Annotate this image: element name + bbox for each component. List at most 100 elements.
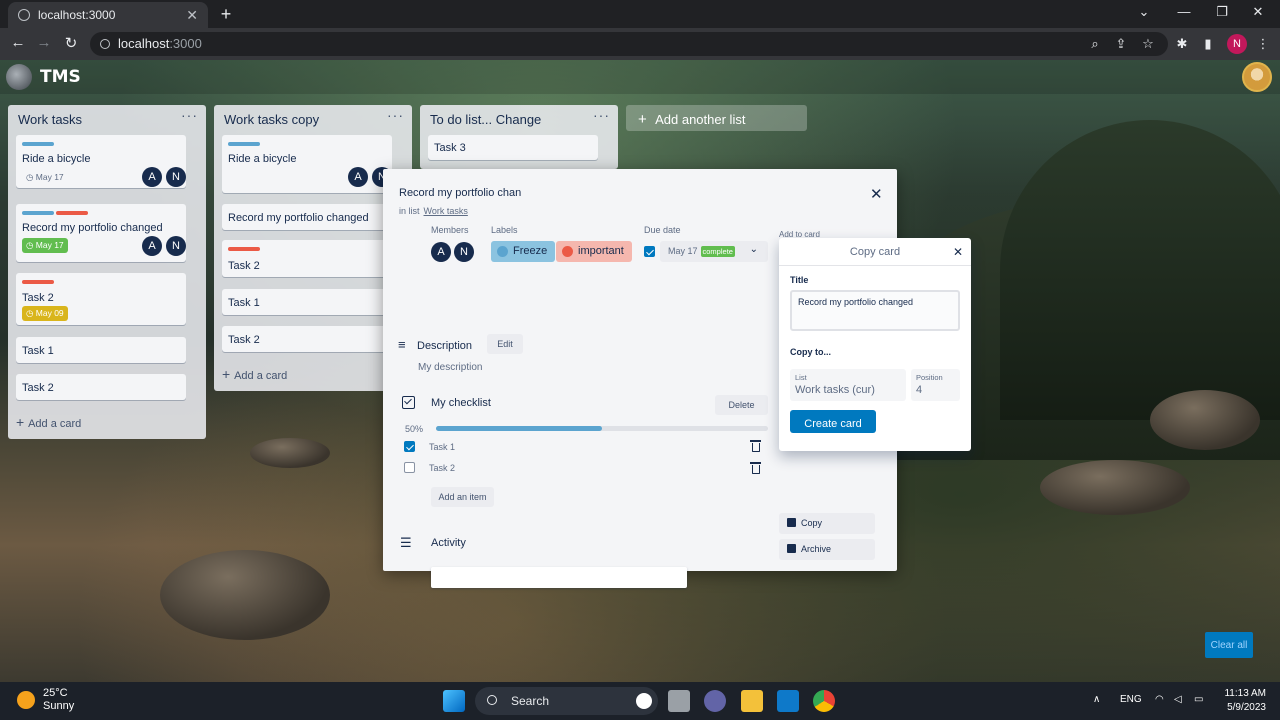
card-label — [22, 280, 54, 284]
card[interactable]: Task 1 — [222, 289, 392, 315]
checklist-item-label[interactable]: Task 1 — [429, 442, 455, 452]
battery-icon[interactable]: ▭ — [1194, 694, 1203, 705]
copy-to-label: Copy to... — [790, 347, 831, 357]
add-item-button[interactable]: Add an item — [431, 487, 494, 507]
card[interactable]: Task 3 — [428, 135, 598, 160]
reload-button[interactable]: ↻ — [61, 34, 81, 52]
checklist-progress-fill — [436, 426, 602, 431]
copy-title-input[interactable]: Record my portfolio changed — [790, 290, 960, 331]
add-card-button[interactable]: + Add a card — [16, 414, 81, 430]
close-icon[interactable]: ✕ — [870, 185, 883, 203]
bing-icon[interactable] — [636, 693, 652, 709]
checklist-item-checkbox[interactable] — [404, 462, 415, 473]
activity-comment-input[interactable] — [431, 567, 687, 588]
checklist-icon — [402, 396, 415, 409]
list-select[interactable]: List Work tasks (cur) — [790, 369, 906, 401]
side-panel-icon[interactable]: ▮ — [1199, 36, 1217, 52]
add-card-button[interactable]: + Add a card — [222, 366, 287, 382]
copy-button[interactable]: Copy — [779, 513, 875, 534]
share-icon[interactable]: ⇪ — [1112, 36, 1130, 52]
zoom-icon[interactable]: ⌕ — [1086, 36, 1104, 52]
list-menu-icon[interactable]: ··· — [387, 107, 404, 123]
card-title-input[interactable]: Record my portfolio changed — [399, 187, 521, 199]
trash-icon[interactable] — [750, 462, 761, 474]
card[interactable]: Task 2 — [222, 240, 392, 277]
system-clock[interactable]: 11:13 AM 5/9/2023 — [1218, 687, 1266, 715]
app-brand[interactable]: TMS — [40, 67, 81, 87]
list-menu-icon[interactable]: ··· — [181, 107, 198, 123]
card[interactable]: Task 2 ◷ May 09 — [16, 273, 186, 325]
address-bar[interactable]: localhost:3000 — [90, 32, 1168, 56]
member-avatar[interactable]: A — [431, 242, 451, 262]
checklist-item-checkbox[interactable] — [404, 441, 415, 452]
chrome-icon[interactable] — [813, 690, 835, 712]
checklist-item-label[interactable]: Task 2 — [429, 463, 455, 473]
background-rock — [250, 438, 330, 468]
member-avatar[interactable]: N — [454, 242, 474, 262]
weather-widget[interactable]: 25°C Sunny — [43, 687, 74, 713]
sun-icon[interactable] — [17, 691, 35, 709]
tab-close-icon[interactable]: ✕ — [186, 7, 198, 24]
checklist-title[interactable]: My checklist — [431, 397, 491, 409]
card[interactable]: Task 1 — [16, 337, 186, 363]
edit-button[interactable]: Edit — [487, 334, 523, 354]
list-title[interactable]: To do list... Change — [430, 112, 541, 127]
forward-button[interactable]: → — [34, 34, 54, 51]
member-avatar: N — [166, 236, 186, 256]
label-chip-freeze[interactable]: Freeze — [491, 241, 556, 262]
add-list-button[interactable]: + Add another list — [626, 105, 807, 131]
wifi-icon[interactable]: ◠ — [1155, 694, 1164, 705]
new-tab-button[interactable]: + — [216, 4, 236, 25]
vscode-icon[interactable] — [777, 690, 799, 712]
profile-avatar[interactable]: N — [1227, 34, 1247, 54]
description-text[interactable]: My description — [418, 362, 482, 373]
delete-checklist-button[interactable]: Delete — [715, 395, 768, 415]
card-due-date: ◷ May 09 — [22, 306, 68, 321]
list-work-tasks: Work tasks ··· Ride a bicycle ◷ May 17 A… — [8, 105, 206, 439]
list-menu-icon[interactable]: ··· — [593, 107, 610, 123]
browser-menu-icon[interactable]: ⋮ — [1254, 36, 1272, 52]
list-title[interactable]: Work tasks — [18, 112, 82, 127]
card[interactable]: Task 2 — [222, 326, 392, 352]
close-window-button[interactable]: ✕ — [1248, 4, 1268, 20]
due-complete-checkbox[interactable] — [644, 246, 655, 257]
list-link[interactable]: Work tasks — [424, 206, 468, 216]
card[interactable]: Task 2 — [16, 374, 186, 400]
browser-tab-bar: localhost:3000 ✕ + ⌄ — ❐ ✕ — [0, 0, 1280, 28]
site-info-icon[interactable] — [100, 39, 110, 49]
task-view-icon[interactable] — [668, 690, 690, 712]
windows-start-icon[interactable] — [443, 690, 465, 712]
taskbar-search[interactable]: Search — [475, 687, 658, 715]
clear-all-button[interactable]: Clear all — [1205, 632, 1253, 658]
list-title[interactable]: Work tasks copy — [224, 112, 319, 127]
minimize-button[interactable]: — — [1174, 4, 1194, 19]
trash-icon[interactable] — [750, 440, 761, 452]
file-explorer-icon[interactable] — [741, 690, 763, 712]
volume-icon[interactable]: ◁ — [1174, 694, 1182, 705]
maximize-button[interactable]: ❐ — [1212, 4, 1232, 20]
activity-title: Activity — [431, 537, 466, 549]
create-card-button[interactable]: Create card — [790, 410, 876, 433]
checklist-progress-bar — [436, 426, 768, 431]
chevron-up-icon[interactable]: ∧ — [1093, 694, 1100, 705]
teams-chat-icon[interactable] — [704, 690, 726, 712]
user-avatar[interactable] — [1242, 62, 1272, 92]
extensions-icon[interactable]: ✱ — [1173, 36, 1191, 52]
card[interactable]: Record my portfolio changed — [222, 204, 392, 230]
tab-search-icon[interactable]: ⌄ — [1134, 4, 1154, 20]
label-chip-important[interactable]: important — [556, 241, 632, 262]
browser-tab[interactable]: localhost:3000 ✕ — [8, 2, 208, 28]
card[interactable]: Ride a bicycle ◷ May 17 A N — [16, 135, 186, 188]
app-logo[interactable] — [6, 64, 32, 90]
card[interactable]: Record my portfolio changed ◷ May 17 A N — [16, 204, 186, 262]
language-indicator[interactable]: ENG — [1120, 694, 1142, 705]
archive-button[interactable]: Archive — [779, 539, 875, 560]
card[interactable]: Ride a bicycle A N — [222, 135, 392, 193]
close-icon[interactable]: ✕ — [953, 245, 963, 259]
back-button[interactable]: ← — [8, 34, 28, 51]
bookmark-star-icon[interactable]: ☆ — [1139, 36, 1157, 52]
label-dot — [562, 246, 573, 257]
position-select[interactable]: Position 4 — [911, 369, 960, 401]
due-date-button[interactable]: May 17 complete ⌄ — [660, 241, 768, 262]
background-rock — [1040, 460, 1190, 515]
